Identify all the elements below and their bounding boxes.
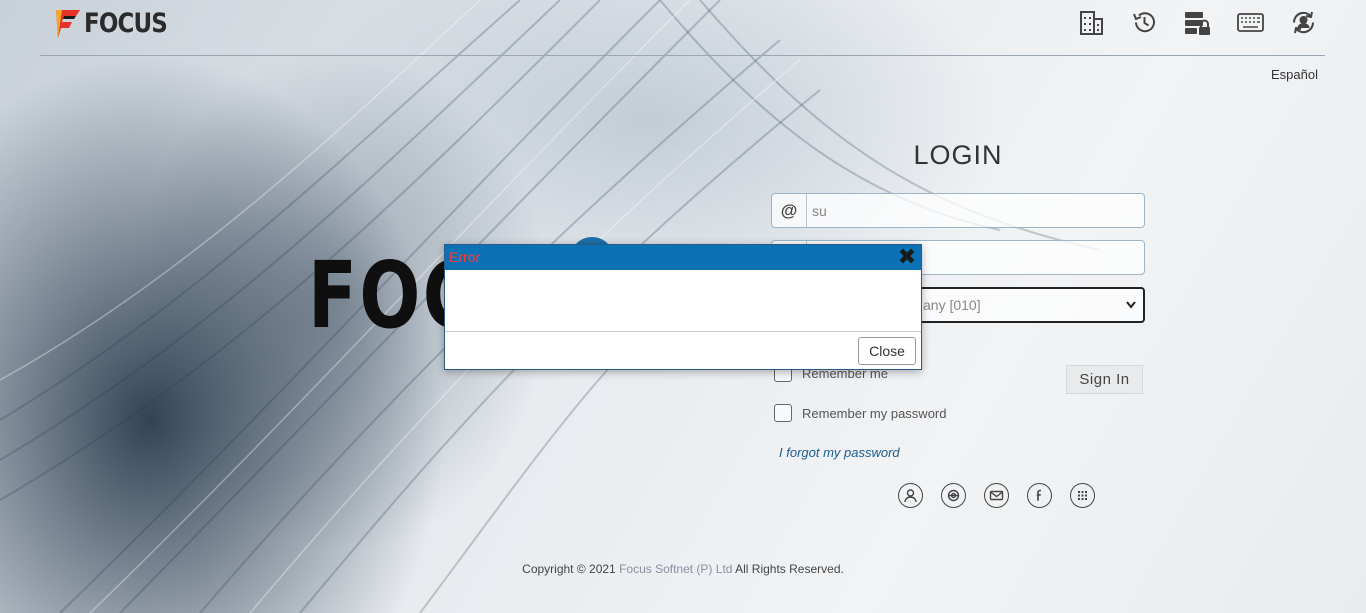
dialog-title: Error xyxy=(449,249,481,265)
dialog-body xyxy=(445,270,921,332)
close-button[interactable]: Close xyxy=(858,337,916,365)
close-icon[interactable]: ✖ xyxy=(897,246,917,268)
dialog-footer: Close xyxy=(445,332,921,370)
dialog-titlebar: Error ✖ xyxy=(445,245,921,270)
error-dialog: Error ✖ Close xyxy=(444,244,922,370)
